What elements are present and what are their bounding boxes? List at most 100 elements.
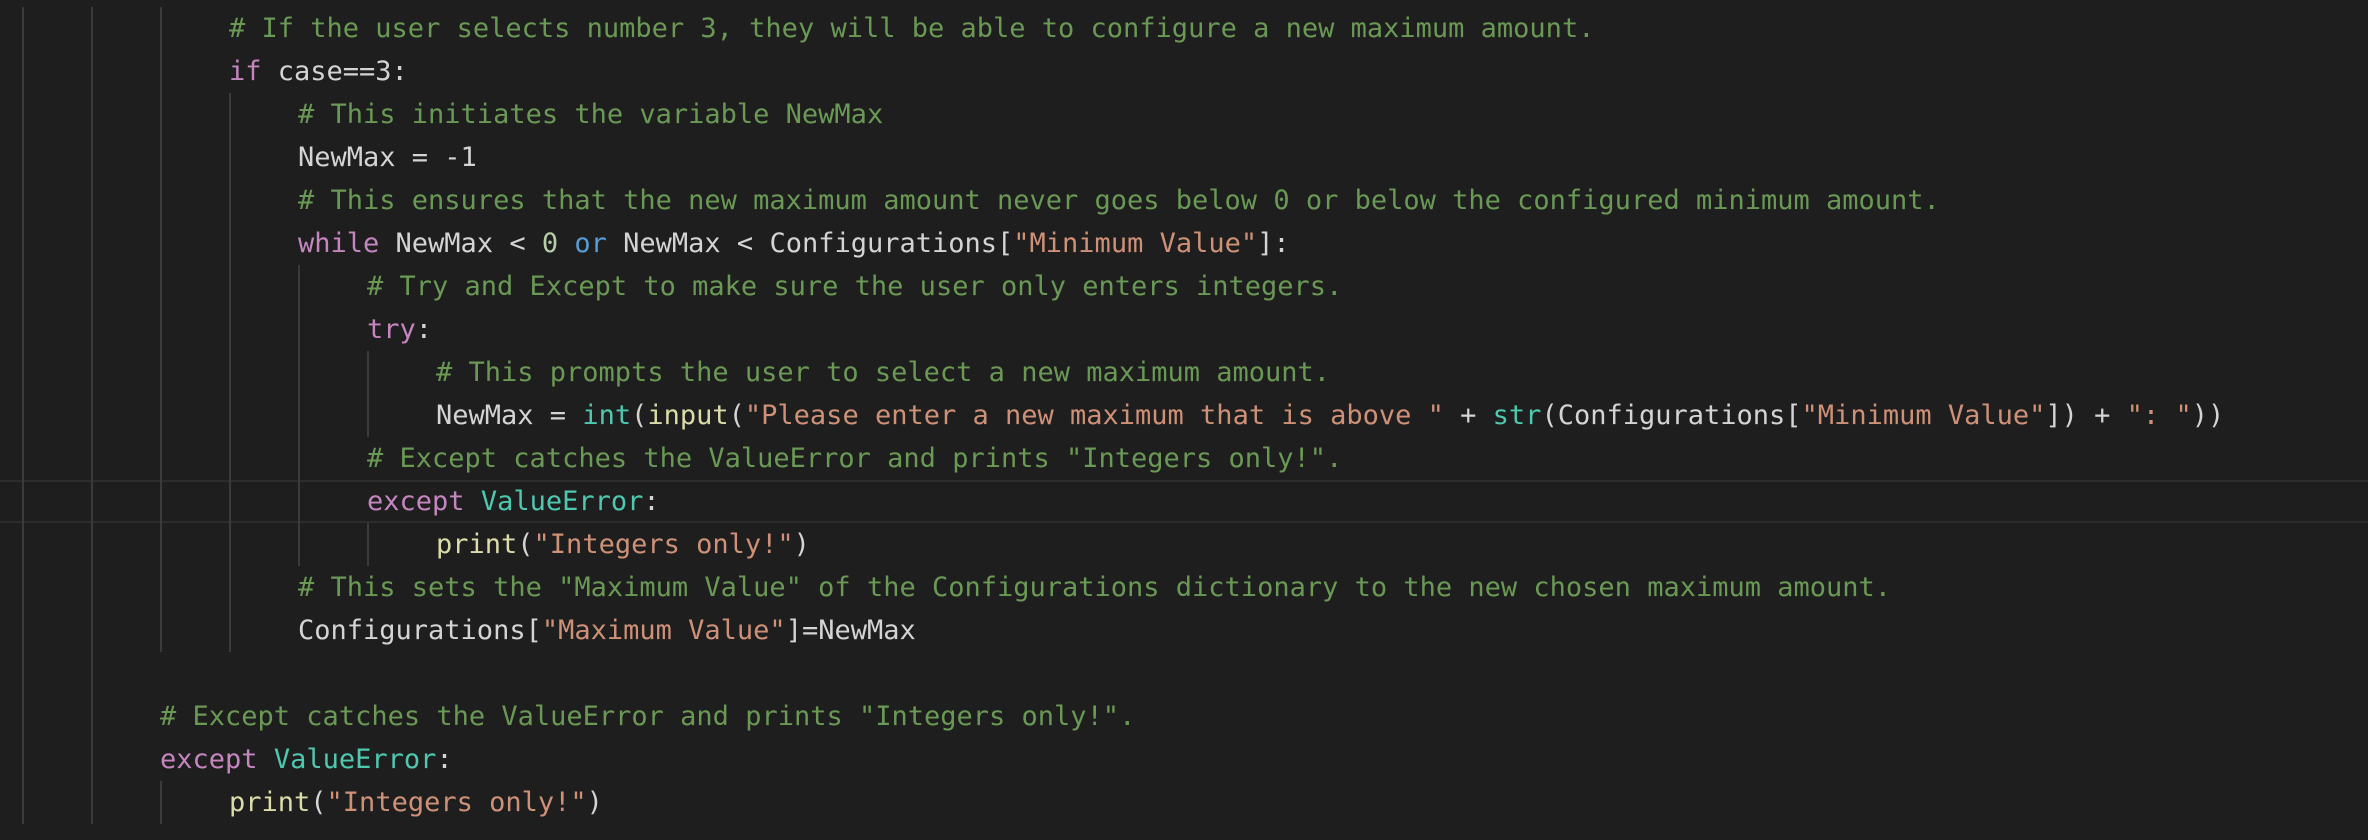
indent-guide (22, 7, 24, 50)
code-line[interactable]: # Except catches the ValueError and prin… (0, 695, 2368, 738)
code-token: NewMax < (379, 228, 542, 259)
code-line[interactable]: # This sets the "Maximum Value" of the C… (0, 566, 2368, 609)
code-token: NewMax = -1 (298, 142, 477, 173)
code-token: "Minimum Value" (1013, 228, 1258, 259)
code-token: 0 (541, 228, 559, 259)
indent-guide (91, 7, 93, 50)
indent-guide (160, 394, 162, 437)
code-line[interactable] (0, 652, 2368, 695)
code-text: # This sets the "Maximum Value" of the C… (298, 566, 1891, 609)
code-token: "Integers only!" (533, 529, 794, 560)
code-text: Configurations["Maximum Value"]=NewMax (298, 609, 916, 652)
code-line[interactable]: try: (0, 308, 2368, 351)
code-token: ]=NewMax (785, 615, 916, 646)
code-text: # Except catches the ValueError and prin… (367, 437, 1342, 480)
code-token: int (582, 400, 632, 431)
code-token: try (367, 314, 416, 345)
code-line[interactable]: # This ensures that the new maximum amou… (0, 179, 2368, 222)
indent-guide (91, 781, 93, 824)
indent-guide (298, 265, 300, 308)
indent-guide (298, 308, 300, 351)
code-token: # Try and Except to make sure the user o… (367, 271, 1343, 302)
code-token: (Configurations[ (1541, 400, 1802, 431)
code-editor[interactable]: # If the user selects number 3, they wil… (0, 0, 2368, 840)
indent-guide (160, 437, 162, 480)
code-text: except ValueError: (367, 482, 660, 521)
code-line[interactable]: except ValueError: (0, 738, 2368, 781)
code-line[interactable]: # This initiates the variable NewMax (0, 93, 2368, 136)
code-token: ( (517, 529, 534, 560)
indent-guide (160, 480, 162, 523)
code-token: NewMax = (436, 400, 583, 431)
code-line[interactable]: # This prompts the user to select a new … (0, 351, 2368, 394)
indent-guide (22, 394, 24, 437)
code-text: NewMax = int(input("Please enter a new m… (436, 394, 2224, 437)
code-line[interactable]: NewMax = -1 (0, 136, 2368, 179)
indent-guide (22, 50, 24, 93)
indent-guide (298, 437, 300, 480)
code-text: # Except catches the ValueError and prin… (160, 695, 1135, 738)
indent-guide (91, 222, 93, 265)
indent-guide (160, 7, 162, 50)
indent-guide (91, 437, 93, 480)
indent-guide (160, 308, 162, 351)
code-token: print (229, 787, 311, 818)
code-line[interactable]: except ValueError: (0, 480, 2368, 523)
indent-guide (229, 480, 231, 523)
indent-guide (298, 351, 300, 394)
indent-guide (229, 93, 231, 136)
code-token: ]: (1257, 228, 1290, 259)
code-line[interactable]: while NewMax < 0 or NewMax < Configurati… (0, 222, 2368, 265)
code-token: case==3: (261, 56, 408, 87)
code-token: ( (728, 400, 745, 431)
indent-guide (160, 609, 162, 652)
code-token: ValueError (480, 486, 644, 517)
indent-guide (22, 93, 24, 136)
indent-guide (91, 93, 93, 136)
code-line[interactable]: # Except catches the ValueError and prin… (0, 437, 2368, 480)
code-token: str (1492, 400, 1542, 431)
indent-guide (229, 136, 231, 179)
code-token: # This sets the "Maximum Value" of the C… (298, 572, 1892, 603)
indent-guide (22, 265, 24, 308)
code-text: except ValueError: (160, 738, 453, 781)
code-token: if (229, 56, 262, 87)
indent-guide (91, 351, 93, 394)
code-line[interactable]: print("Integers only!") (0, 781, 2368, 824)
code-line[interactable]: # Try and Except to make sure the user o… (0, 265, 2368, 308)
code-line[interactable]: NewMax = int(input("Please enter a new m… (0, 394, 2368, 437)
code-token: except (160, 744, 258, 775)
code-text: # This prompts the user to select a new … (436, 351, 1330, 394)
indent-guide (91, 308, 93, 351)
indent-guide (229, 609, 231, 652)
code-line[interactable]: if case==3: (0, 50, 2368, 93)
indent-guide (229, 222, 231, 265)
indent-guide (298, 480, 300, 523)
code-token: "Integers only!" (326, 787, 587, 818)
indent-guide (22, 781, 24, 824)
code-token: except (367, 486, 465, 517)
indent-guide (229, 351, 231, 394)
code-token: # Except catches the ValueError and prin… (160, 701, 1136, 732)
indent-guide (91, 652, 93, 695)
indent-guide (160, 93, 162, 136)
indent-guide (298, 523, 300, 566)
indent-guide (22, 609, 24, 652)
indent-guide (22, 523, 24, 566)
code-line[interactable]: Configurations["Maximum Value"]=NewMax (0, 609, 2368, 652)
code-text: try: (367, 308, 432, 351)
indent-guide (22, 566, 24, 609)
code-token: # This initiates the variable NewMax (298, 99, 884, 130)
indent-guide (91, 50, 93, 93)
code-line[interactable]: # If the user selects number 3, they wil… (0, 7, 2368, 50)
indent-guide (160, 50, 162, 93)
indent-guide (91, 609, 93, 652)
code-token: ( (310, 787, 327, 818)
code-text: print("Integers only!") (229, 781, 603, 824)
indent-guide (160, 781, 162, 824)
code-token: # Except catches the ValueError and prin… (367, 443, 1343, 474)
code-token: # If the user selects number 3, they wil… (229, 13, 1595, 44)
code-line[interactable]: print("Integers only!") (0, 523, 2368, 566)
indent-guide (22, 652, 24, 695)
